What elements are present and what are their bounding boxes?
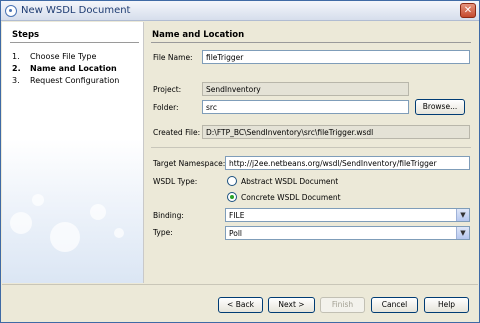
step-number: 3. <box>12 76 20 85</box>
help-button[interactable]: Help <box>424 297 469 313</box>
decorative-bubble <box>32 194 44 206</box>
type-combo[interactable]: Poll ▼ <box>225 226 470 240</box>
wsdl-type-label: WSDL Type: <box>153 177 198 186</box>
panel-heading: Name and Location <box>152 30 245 40</box>
abstract-wsdl-label[interactable]: Abstract WSDL Document <box>241 177 338 186</box>
chevron-down-icon[interactable]: ▼ <box>456 209 469 221</box>
project-field: SendInventory <box>202 82 409 96</box>
type-label: Type: <box>153 228 173 237</box>
chevron-down-icon[interactable]: ▼ <box>456 227 469 239</box>
target-namespace-field[interactable]: http://j2ee.netbeans.org/wsdl/SendInvent… <box>225 156 470 170</box>
project-label: Project: <box>153 85 182 94</box>
decorative-bubble <box>90 204 106 220</box>
decorative-bubble <box>10 212 32 234</box>
steps-panel: Steps 1. Choose File Type 2. Name and Loca… <box>2 22 144 283</box>
netbeans-icon <box>5 5 17 17</box>
binding-label: Binding: <box>153 211 184 220</box>
created-file-label: Created File: <box>153 128 201 137</box>
step-choose-file-type: 1. Choose File Type <box>12 52 96 61</box>
binding-value: FILE <box>229 211 245 220</box>
steps-divider <box>10 42 139 43</box>
close-button[interactable]: ✕ <box>460 3 476 18</box>
back-button[interactable]: < Back <box>218 297 263 313</box>
decorative-bubble <box>50 222 80 252</box>
concrete-wsdl-radio[interactable] <box>227 192 237 202</box>
steps-heading: Steps <box>12 30 40 40</box>
abstract-wsdl-radio[interactable] <box>227 176 237 186</box>
step-label: Name and Location <box>30 64 117 73</box>
step-number: 2. <box>12 64 21 73</box>
file-name-field[interactable]: fileTrigger <box>202 50 470 64</box>
name-location-panel: Name and Location File Name: fileTrigger… <box>145 22 479 283</box>
concrete-wsdl-label[interactable]: Concrete WSDL Document <box>241 193 341 202</box>
browse-button[interactable]: Browse... <box>415 99 465 115</box>
finish-button[interactable]: Finish <box>320 297 365 313</box>
decorative-bubble <box>114 228 124 238</box>
next-button[interactable]: Next > <box>268 297 315 313</box>
separator <box>151 147 471 148</box>
step-request-configuration: 3. Request Configuration <box>12 76 119 85</box>
step-name-and-location: 2. Name and Location <box>12 64 117 73</box>
type-value: Poll <box>229 229 243 238</box>
step-label: Request Configuration <box>30 76 120 85</box>
step-label: Choose File Type <box>30 52 97 61</box>
binding-combo[interactable]: FILE ▼ <box>225 208 470 222</box>
target-namespace-label: Target Namespace: <box>153 159 226 168</box>
folder-label: Folder: <box>153 103 179 112</box>
cancel-button[interactable]: Cancel <box>371 297 418 313</box>
folder-field[interactable]: src <box>202 100 409 114</box>
footer-divider <box>2 284 478 285</box>
wizard-window: New WSDL Document ✕ Steps 1. Choose File … <box>0 0 480 323</box>
step-number: 1. <box>12 52 20 61</box>
created-file-field: D:\FTP_BC\SendInventory\src\fileTrigger.… <box>202 125 470 139</box>
file-name-label: File Name: <box>153 53 193 62</box>
panel-divider <box>151 42 471 43</box>
title-bar: New WSDL Document ✕ <box>1 1 479 21</box>
window-title: New WSDL Document <box>21 5 131 16</box>
